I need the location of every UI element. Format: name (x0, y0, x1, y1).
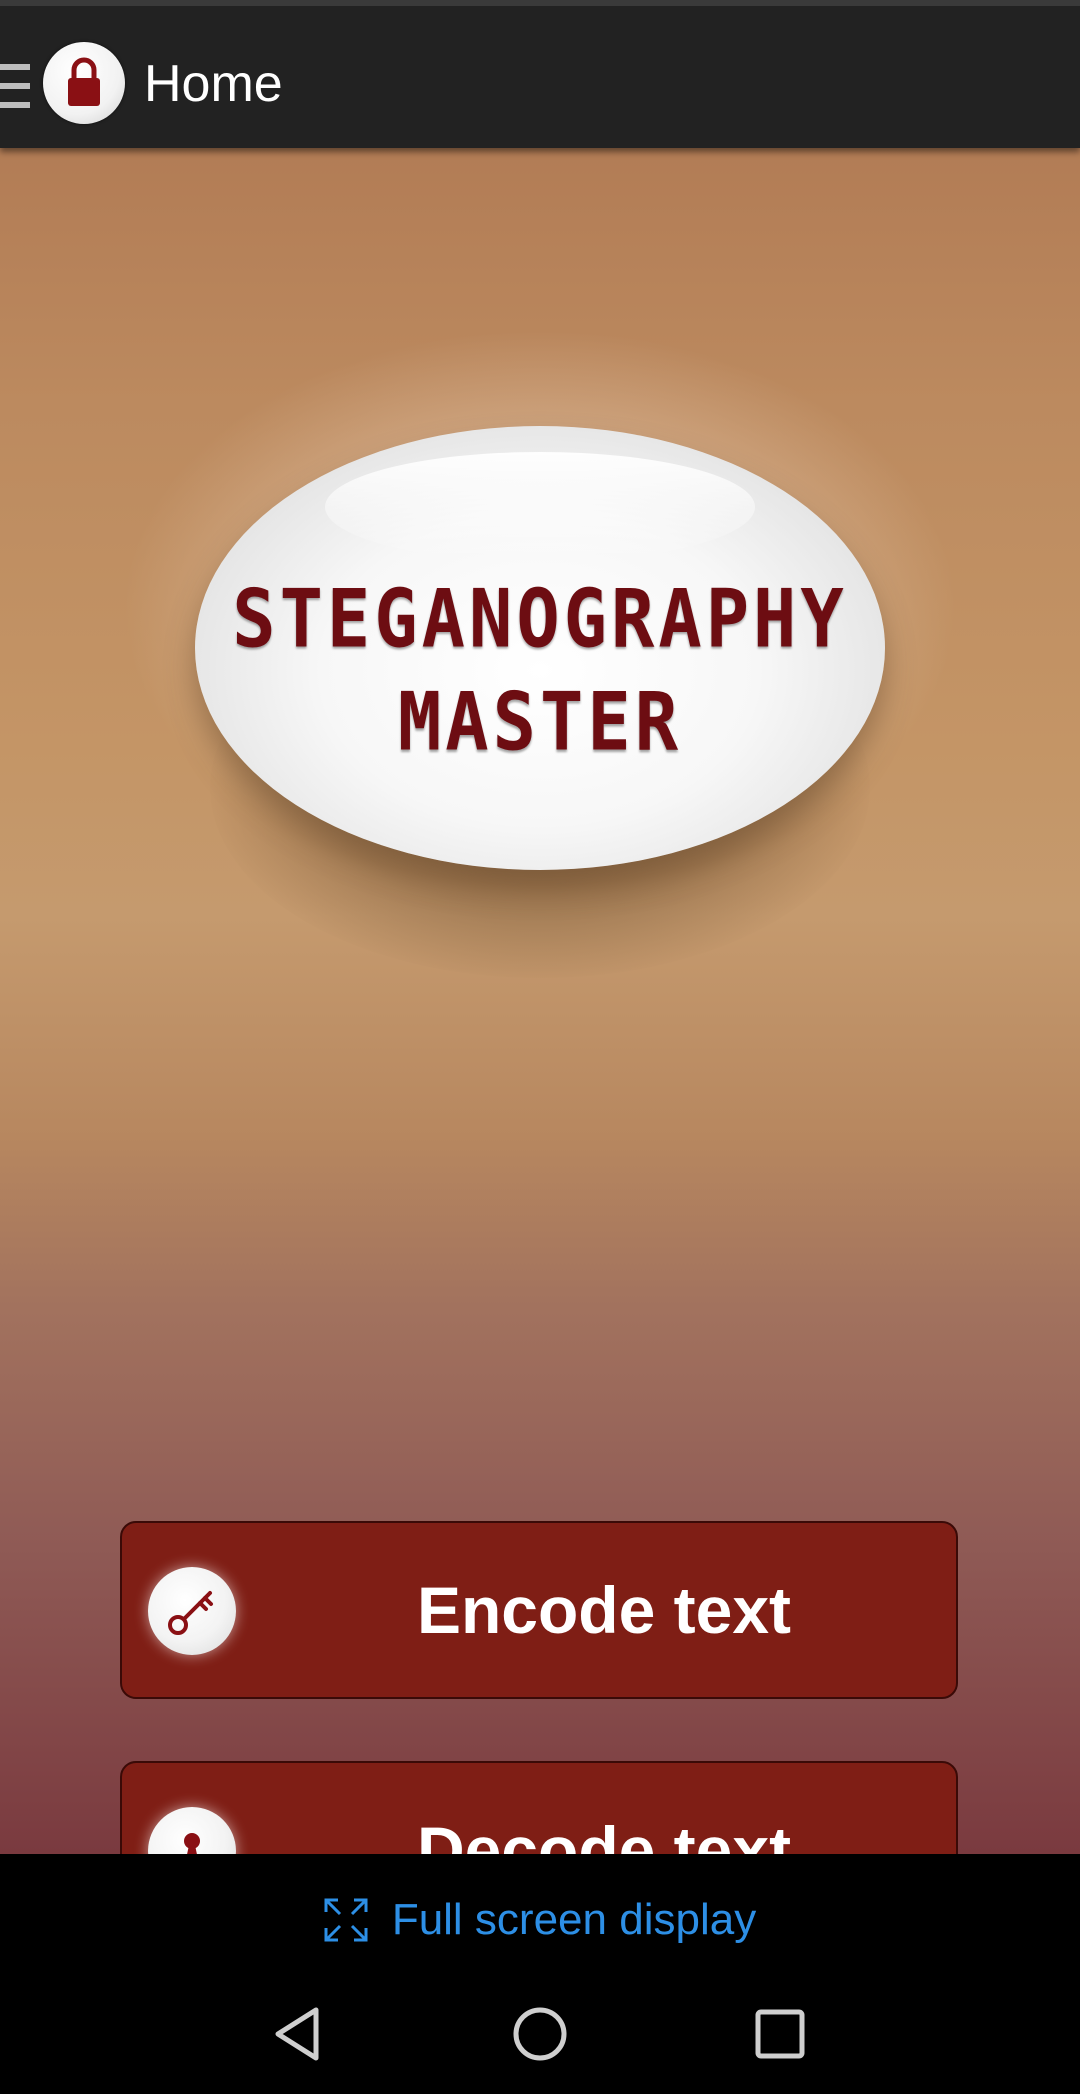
main-content: STEGANOGRAPHY MASTER Encode text Decode … (0, 148, 1080, 1939)
logo-line-1: STEGANOGRAPHY (232, 571, 848, 666)
app-logo-badge: STEGANOGRAPHY MASTER (195, 426, 885, 870)
encode-text-button[interactable]: Encode text (120, 1521, 958, 1699)
bottom-bar: Full screen display (0, 1854, 1080, 2094)
key-icon (148, 1567, 236, 1655)
full-screen-display-link[interactable]: Full screen display (0, 1890, 1080, 1950)
full-screen-display-label: Full screen display (391, 1895, 757, 1944)
recents-icon[interactable] (740, 1994, 820, 2074)
expand-icon (324, 1898, 368, 1942)
home-icon[interactable] (500, 1994, 580, 2074)
logo-text: STEGANOGRAPHY MASTER (195, 567, 885, 773)
padlock-icon[interactable] (43, 42, 125, 124)
encode-text-label: Encode text (416, 1573, 792, 1647)
hamburger-menu-icon[interactable] (0, 64, 30, 108)
page-title: Home (144, 55, 283, 113)
back-icon[interactable] (260, 1994, 340, 2074)
system-navigation-bar (0, 1994, 1080, 2074)
logo-line-2: MASTER (397, 674, 683, 769)
app-bar: Home (0, 0, 1080, 148)
